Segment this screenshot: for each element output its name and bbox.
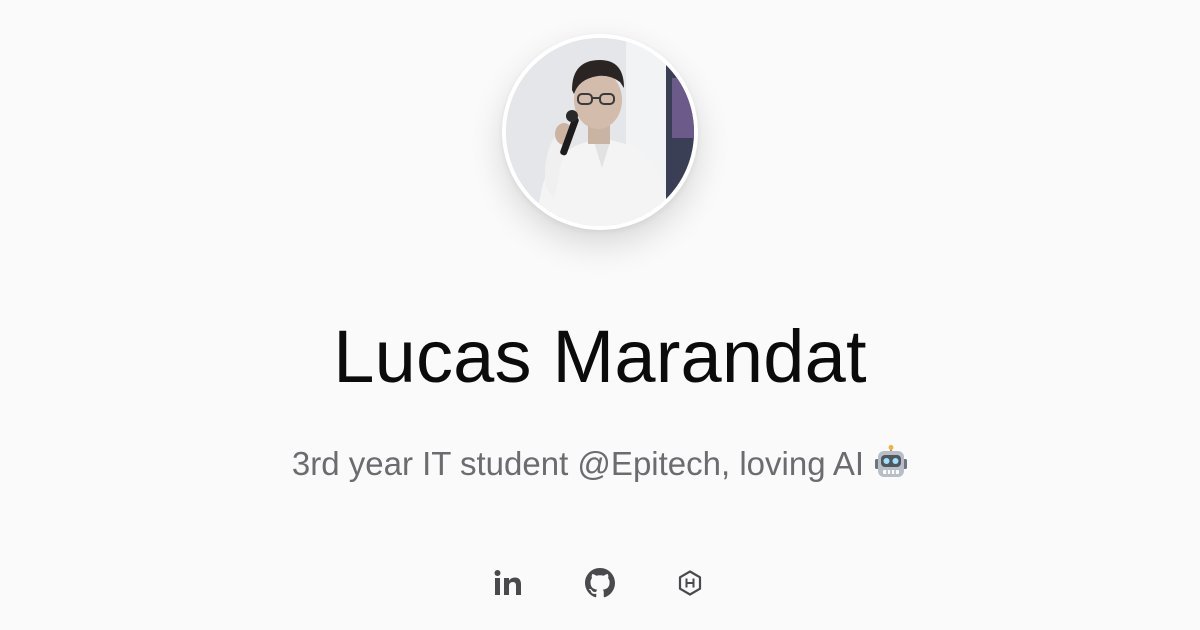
github-icon	[585, 568, 615, 598]
avatar	[502, 34, 698, 230]
hashnode-icon	[677, 570, 703, 596]
hashnode-link[interactable]	[667, 560, 713, 606]
profile-bio: 3rd year IT student @Epitech, loving AI	[0, 444, 1200, 484]
bio-text: 3rd year IT student @Epitech, loving AI	[291, 445, 865, 482]
github-link[interactable]	[577, 560, 623, 606]
social-links	[0, 560, 1200, 606]
linkedin-link[interactable]	[485, 560, 531, 606]
avatar-photo	[506, 38, 694, 226]
profile-card: Lucas Marandat 3rd year IT student @Epit…	[0, 0, 1200, 630]
profile-name: Lucas Marandat	[333, 315, 867, 398]
linkedin-icon	[493, 569, 523, 597]
robot-face-emoji-icon	[874, 445, 908, 479]
